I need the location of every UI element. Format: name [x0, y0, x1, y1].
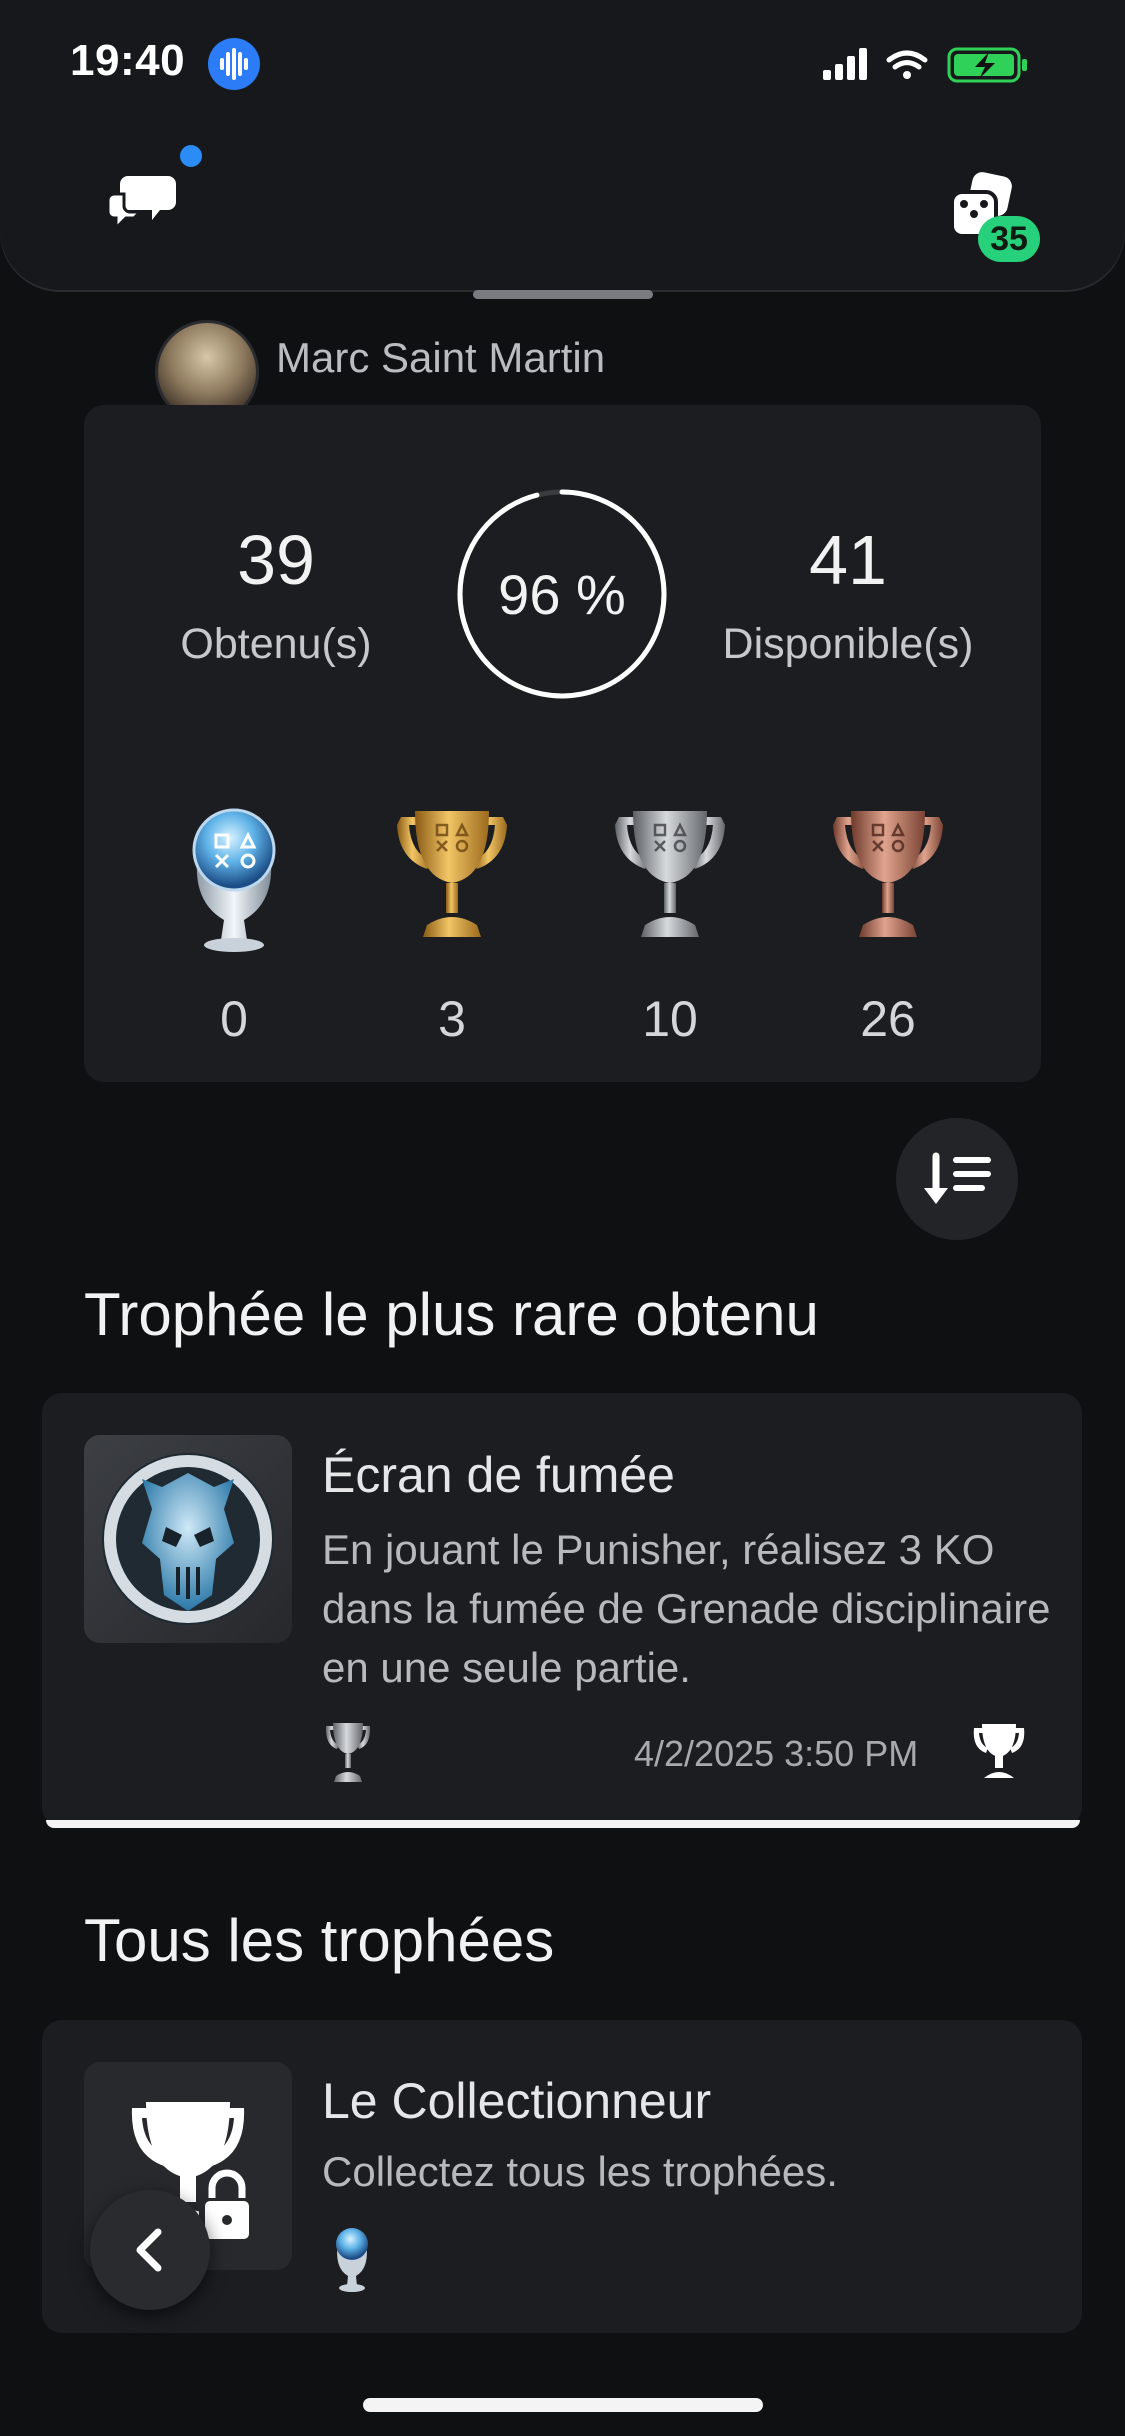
battery-icon [947, 47, 1027, 83]
status-time: 19:40 [70, 36, 186, 85]
platinum-count: 0 [220, 991, 248, 1047]
silver-trophy-icon [325, 1723, 371, 1782]
trophy-name: Le Collectionneur [322, 2073, 712, 2129]
cellular-signal-icon [823, 48, 867, 80]
trophy-description: Collectez tous les trophées. [322, 2148, 838, 2195]
bronze-trophy-icon [833, 811, 943, 937]
available-label: Disponible(s) [722, 620, 974, 668]
trophy-name: Écran de fumée [322, 1447, 675, 1503]
username: Marc Saint Martin [276, 334, 606, 381]
all-trophies-heading: Tous les trophées [84, 1907, 555, 1974]
gold-trophy-icon [397, 811, 507, 937]
punisher-skull-emblem-icon [102, 1453, 274, 1625]
home-indicator[interactable] [363, 2398, 763, 2412]
earned-count: 39 [237, 521, 315, 599]
bronze-count: 26 [860, 991, 916, 1047]
available-count: 41 [809, 521, 887, 599]
chevron-left-icon [136, 2228, 162, 2272]
trophy-earned-icon [973, 1724, 1025, 1778]
sort-button[interactable] [896, 1118, 1018, 1240]
platinum-trophy-icon [336, 2228, 368, 2292]
gold-count: 3 [438, 991, 466, 1047]
progress-percent: 96 % [498, 563, 626, 626]
trophy-thumbnail [84, 1435, 292, 1643]
trophy-description: En jouant le Punisher, réalisez 3 KO dan… [322, 1526, 1051, 1691]
back-button[interactable] [90, 2190, 210, 2310]
rarest-trophy-heading: Trophée le plus rare obtenu [84, 1281, 819, 1348]
card-highlight-bar [46, 1820, 1080, 1828]
wifi-icon [886, 50, 928, 70]
platinum-trophy-icon [192, 808, 276, 952]
audio-recording-icon [208, 38, 260, 90]
notification-count-badge: 35 [978, 216, 1040, 262]
silver-trophy-icon [615, 811, 725, 937]
status-indicators [823, 44, 1053, 89]
sort-icon [924, 1152, 991, 1204]
silver-count: 10 [642, 991, 698, 1047]
earned-date: 4/2/2025 3:50 PM [634, 1733, 919, 1774]
notification-dot [180, 145, 202, 167]
chat-icon[interactable] [106, 164, 180, 236]
drag-handle[interactable] [473, 290, 653, 299]
earned-label: Obtenu(s) [180, 620, 372, 668]
